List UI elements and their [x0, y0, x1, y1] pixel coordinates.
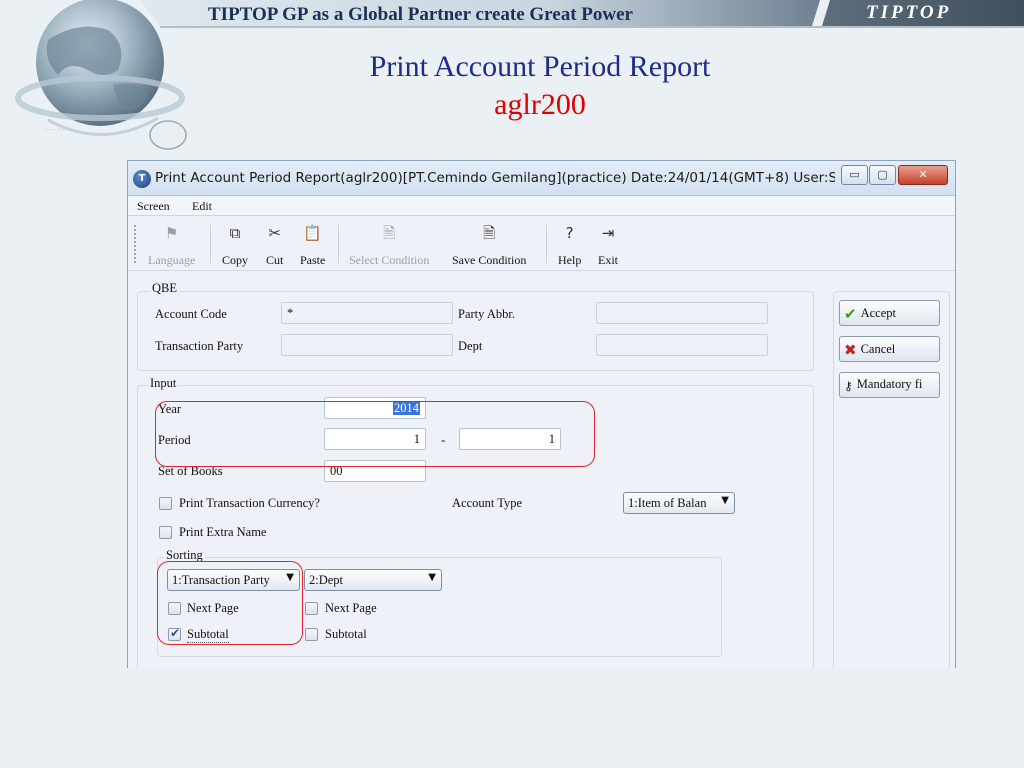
dropdown-arrow-icon: ▼ — [286, 572, 294, 583]
sort2-select[interactable]: 2:Dept ▼ — [304, 569, 442, 591]
account-code-field[interactable]: * — [281, 302, 453, 324]
slide-band-title: TIPTOP GP as a Global Partner create Gre… — [208, 4, 633, 25]
period-from-field[interactable]: 1 — [324, 428, 426, 450]
account-code-label: Account Code — [155, 307, 227, 321]
help-pointer-icon: ? — [565, 224, 574, 242]
account-type-label: Account Type — [452, 496, 523, 510]
subtotal-1-checkbox[interactable] — [168, 626, 181, 641]
sort1-select[interactable]: 1:Transaction Party ▼ — [167, 569, 300, 591]
slide-subtitle: aglr200 — [494, 88, 586, 121]
toolbar-separator — [338, 225, 339, 263]
set-of-books-label: Set of Books — [158, 464, 223, 478]
maximize-button[interactable]: ▢ — [869, 165, 896, 185]
copy-button[interactable]: ⧉ Copy — [222, 223, 248, 268]
year-field[interactable]: 2014 — [324, 397, 426, 419]
close-button[interactable]: ✕ — [898, 165, 948, 185]
toolbar-separator — [546, 225, 547, 263]
toolbar-separator — [210, 225, 211, 263]
document-save-icon: 🗎 — [483, 224, 496, 242]
exit-label: Exit — [598, 253, 618, 267]
period-range-dash: - — [441, 432, 446, 447]
dropdown-arrow-icon: ▼ — [721, 495, 729, 506]
flag-icon: ⚑ — [164, 224, 179, 242]
paste-button[interactable]: 📋 Paste — [300, 223, 325, 268]
set-of-books-field[interactable]: 00 — [324, 460, 426, 482]
checkmark-icon: ✔ — [844, 305, 857, 323]
help-label: Help — [558, 253, 582, 267]
dropdown-arrow-icon: ▼ — [428, 572, 436, 583]
print-extra-label: Print Extra Name — [179, 525, 267, 539]
key-icon: ⚷ — [844, 379, 853, 393]
save-condition-label: Save Condition — [452, 253, 527, 267]
mandatory-label: Mandatory fi — [856, 377, 923, 391]
cancel-label: Cancel — [860, 342, 896, 356]
account-type-select[interactable]: 1:Item of Balan ▼ — [623, 492, 735, 514]
toolbar: ⚑ Language ⧉ Copy ✂ Cut 📋 Paste 🗎 Select… — [128, 217, 955, 271]
language-button[interactable]: ⚑ Language — [148, 223, 195, 268]
next-page-1-checkbox[interactable] — [168, 602, 181, 615]
transaction-party-label: Transaction Party — [155, 339, 244, 353]
qbe-legend: QBE — [150, 281, 179, 296]
scissors-icon: ✂ — [268, 224, 281, 242]
select-condition-button[interactable]: 🗎 Select Condition — [349, 223, 429, 268]
print-currency-checkbox[interactable] — [159, 497, 172, 510]
menu-screen[interactable]: Screen — [137, 199, 170, 214]
subtotal-2-label: Subtotal — [325, 627, 367, 641]
sorting-legend: Sorting — [164, 548, 205, 563]
slide-title: Print Account Period Report — [369, 50, 711, 83]
accept-label: Accept — [860, 306, 896, 320]
year-value: 2014 — [393, 401, 420, 415]
account-type-value: 1:Item of Balan — [628, 496, 707, 510]
next-page-1-label: Next Page — [187, 601, 239, 615]
mandatory-fields-button[interactable]: ⚷ Mandatory fi — [839, 372, 940, 398]
minimize-button[interactable]: ▭ — [841, 165, 868, 185]
select-condition-label: Select Condition — [349, 253, 430, 267]
party-abbr-field[interactable] — [596, 302, 768, 324]
sort1-value: 1:Transaction Party — [172, 573, 270, 587]
period-label: Period — [158, 433, 191, 447]
cut-button[interactable]: ✂ Cut — [266, 223, 283, 268]
copy-icon: ⧉ — [229, 224, 241, 242]
subtotal-1-label: Subtotal — [187, 627, 229, 643]
copy-label: Copy — [222, 253, 249, 267]
window-titlebar[interactable]: T Print Account Period Report(aglr200)[P… — [128, 161, 955, 196]
svg-text:· · · · · ·: · · · · · · — [46, 127, 67, 134]
menu-bar: Screen Edit — [128, 197, 955, 216]
cancel-button[interactable]: ✖ Cancel — [839, 336, 940, 362]
language-label: Language — [148, 253, 196, 267]
app-icon: T — [133, 170, 151, 188]
exit-button[interactable]: ⇥ Exit — [598, 223, 618, 268]
dept-field[interactable] — [596, 334, 768, 356]
period-to-field[interactable]: 1 — [459, 428, 561, 450]
tiptop-brand-logo: TIPTOP — [866, 2, 952, 23]
toolbar-grip — [134, 225, 136, 263]
save-condition-button[interactable]: 🗎 Save Condition — [452, 223, 526, 268]
cut-label: Cut — [266, 253, 284, 267]
menu-edit[interactable]: Edit — [192, 199, 212, 214]
input-legend: Input — [148, 376, 179, 391]
clipboard-icon: 📋 — [303, 224, 323, 242]
print-currency-label: Print Transaction Currency? — [179, 496, 320, 510]
subtotal-2-checkbox[interactable] — [305, 628, 318, 641]
next-page-2-label: Next Page — [325, 601, 377, 615]
exit-door-icon: ⇥ — [601, 224, 615, 242]
document-search-icon: 🗎 — [383, 224, 396, 242]
cross-icon: ✖ — [844, 341, 857, 359]
next-page-2-checkbox[interactable] — [305, 602, 318, 615]
sort2-value: 2:Dept — [309, 573, 344, 587]
paste-label: Paste — [300, 253, 326, 267]
report-window: T Print Account Period Report(aglr200)[P… — [127, 160, 956, 668]
transaction-party-field[interactable] — [281, 334, 453, 356]
help-button[interactable]: ? Help — [558, 223, 581, 268]
dept-label: Dept — [458, 339, 483, 353]
window-title: Print Account Period Report(aglr200)[PT.… — [155, 170, 835, 186]
year-label: Year — [158, 402, 182, 416]
accept-button[interactable]: ✔ Accept — [839, 300, 940, 326]
print-extra-checkbox[interactable] — [159, 526, 172, 539]
party-abbr-label: Party Abbr. — [458, 307, 515, 321]
